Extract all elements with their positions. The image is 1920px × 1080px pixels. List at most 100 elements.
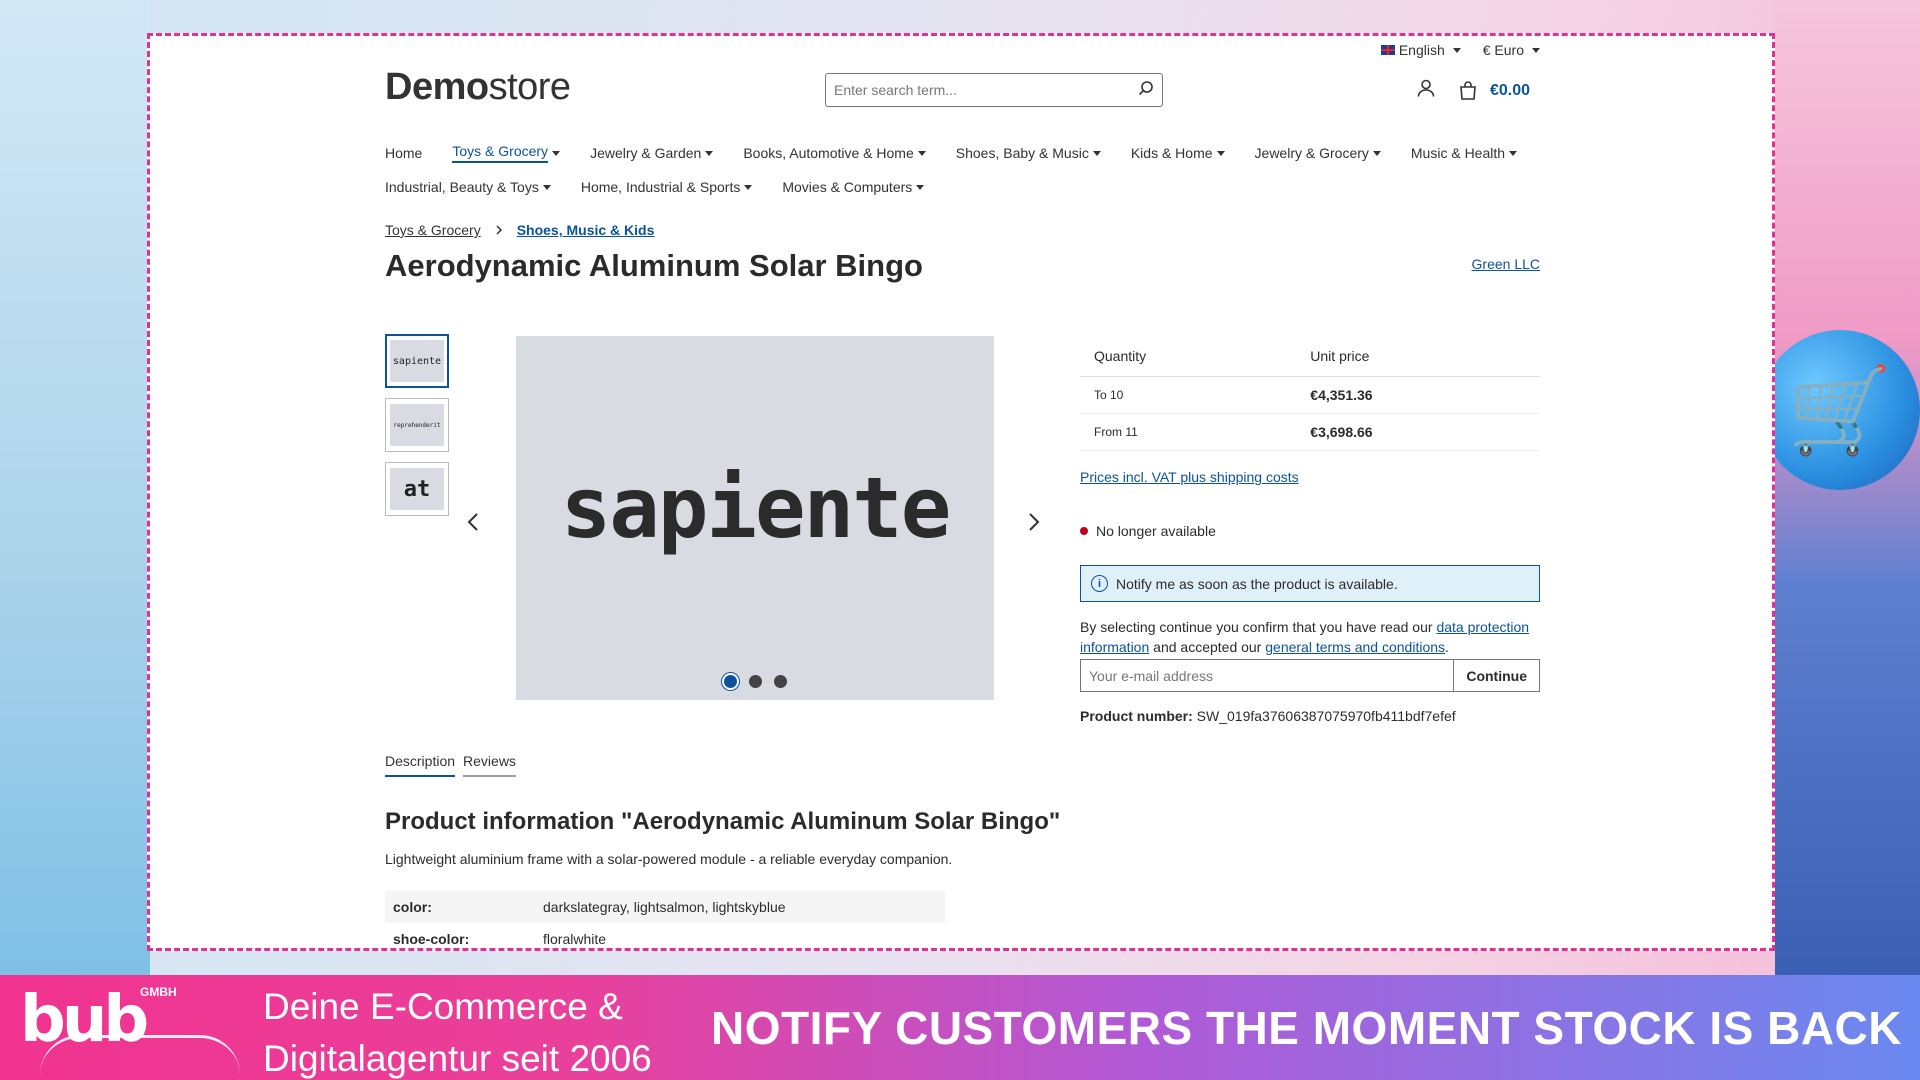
nav-item-toys-grocery[interactable]: Toys & Grocery — [452, 143, 561, 163]
chevron-down-icon — [917, 150, 926, 156]
background-right: 🛒 — [1775, 0, 1920, 975]
main-image-text: sapiente — [560, 459, 952, 557]
price-qty: To 10 — [1080, 376, 1297, 414]
price-qty: From 11 — [1080, 413, 1297, 451]
price-value: €4,351.36 — [1296, 376, 1540, 414]
chevron-down-icon — [1216, 150, 1225, 156]
breadcrumb-current[interactable]: Shoes, Music & Kids — [517, 222, 655, 238]
thumbnail-text: sapiente — [390, 340, 444, 382]
shop-logo[interactable]: Demostore — [385, 66, 571, 109]
info-icon: i — [1091, 575, 1108, 592]
language-label: English — [1398, 42, 1445, 58]
product-number-value: SW_019fa37606387075970fb411bdf7efef — [1196, 708, 1456, 724]
nav-row-2: Industrial, Beauty & Toys Home, Industri… — [385, 170, 1540, 204]
product-info-heading: Product information "Aerodynamic Aluminu… — [385, 808, 1061, 835]
property-key: color: — [385, 891, 535, 923]
nav-label: Jewelry & Grocery — [1254, 145, 1369, 161]
product-description: Lightweight aluminium frame with a solar… — [385, 851, 953, 867]
thumbnail-text: at — [390, 468, 444, 510]
logo-swoosh — [40, 1035, 240, 1075]
nav-label: Kids & Home — [1130, 145, 1213, 161]
brand-suffix: GMBH — [140, 985, 177, 999]
breadcrumb-toys-grocery[interactable]: Toys & Grocery — [385, 222, 481, 238]
continue-button[interactable]: Continue — [1453, 659, 1540, 692]
nav-label: Home — [385, 145, 423, 161]
availability-status: No longer available — [1080, 523, 1540, 539]
language-switcher[interactable]: English — [1380, 42, 1461, 58]
nav-item-music-health[interactable]: Music & Health — [1410, 145, 1518, 161]
search-input[interactable] — [834, 82, 1138, 98]
notify-form: Continue — [1080, 659, 1540, 692]
nav-item-home[interactable]: Home — [385, 145, 422, 161]
nav-item-shoes-baby-music[interactable]: Shoes, Baby & Music — [956, 145, 1101, 161]
gallery-dot-3[interactable] — [773, 675, 787, 688]
account-icon[interactable] — [1416, 78, 1436, 103]
main-product-image[interactable]: sapiente — [516, 336, 994, 700]
chevron-right-icon — [1029, 513, 1040, 531]
property-value: floralwhite — [543, 931, 607, 947]
gallery-dot-1[interactable] — [723, 675, 737, 688]
thumbnail-2[interactable]: reprehenderit — [385, 398, 449, 452]
chevron-down-icon — [1509, 150, 1518, 156]
chevron-left-icon — [467, 513, 478, 531]
shopping-cart-decoration-icon: 🛒 — [1775, 330, 1920, 490]
thumbnail-text: reprehenderit — [390, 404, 444, 446]
search-icon[interactable] — [1138, 80, 1154, 101]
property-row: shoe-color: floralwhite — [385, 923, 945, 948]
vat-shipping-link[interactable]: Prices incl. VAT plus shipping costs — [1080, 469, 1299, 485]
nav-item-movies-computers[interactable]: Movies & Computers — [782, 179, 925, 195]
price-table-header: Quantity Unit price — [1080, 336, 1540, 377]
logo-light: store — [488, 66, 571, 108]
nav-row-1: Home Toys & Grocery Jewelry & Garden Boo… — [385, 136, 1540, 170]
consent-mid: and accepted our — [1149, 639, 1266, 655]
main-navigation: Home Toys & Grocery Jewelry & Garden Boo… — [385, 136, 1540, 204]
chevron-right-icon — [495, 222, 503, 238]
chevron-down-icon — [1532, 47, 1540, 53]
uk-flag-icon — [1380, 45, 1395, 55]
property-key: shoe-color: — [393, 931, 470, 947]
thumbnail-3[interactable]: at — [385, 462, 449, 516]
tab-description[interactable]: Description — [385, 753, 456, 777]
gallery-next-button[interactable] — [1028, 506, 1040, 540]
tagline-line-2: Digitalagentur seit 2006 — [263, 1038, 652, 1079]
nav-item-industrial-beauty-toys[interactable]: Industrial, Beauty & Toys — [385, 179, 551, 195]
manufacturer-link[interactable]: Green LLC — [1472, 256, 1540, 272]
email-input[interactable] — [1080, 659, 1454, 692]
price-row: To 10 €4,351.36 — [1080, 376, 1540, 414]
chevron-down-icon — [1372, 150, 1381, 156]
unit-price-header: Unit price — [1296, 336, 1540, 377]
gallery-dot-2[interactable] — [748, 675, 762, 688]
nav-label: Music & Health — [1410, 145, 1506, 161]
product-tabs: Description Reviews — [385, 753, 516, 777]
currency-label: € Euro — [1482, 42, 1524, 58]
product-title: Aerodynamic Aluminum Solar Bingo — [385, 248, 923, 283]
nav-label: Industrial, Beauty & Toys — [385, 179, 539, 195]
terms-link[interactable]: general terms and conditions — [1265, 639, 1445, 655]
nav-item-jewelry-garden[interactable]: Jewelry & Garden — [590, 145, 714, 161]
background-left — [0, 0, 150, 975]
notify-message: Notify me as soon as the product is avai… — [1116, 575, 1398, 592]
header-actions: €0.00 — [1416, 78, 1530, 103]
gallery-prev-button[interactable] — [467, 506, 479, 540]
product-number-label: Product number: — [1080, 708, 1193, 724]
cart-total: €0.00 — [1489, 81, 1530, 99]
currency-switcher[interactable]: € Euro — [1483, 42, 1540, 58]
nav-item-home-industrial-sports[interactable]: Home, Industrial & Sports — [581, 179, 753, 195]
screenshot-frame: English € Euro Demostore €0.00 — [147, 33, 1775, 951]
chevron-down-icon — [552, 150, 561, 156]
cart-button[interactable]: €0.00 — [1458, 80, 1530, 101]
availability-text: No longer available — [1096, 523, 1216, 539]
price-row: From 11 €3,698.66 — [1080, 413, 1540, 451]
nav-item-books-automotive-home[interactable]: Books, Automotive & Home — [743, 145, 926, 161]
nav-item-jewelry-grocery[interactable]: Jewelry & Grocery — [1255, 145, 1381, 161]
logo-bold: Demo — [385, 66, 489, 108]
nav-item-kids-home[interactable]: Kids & Home — [1131, 145, 1225, 161]
consent-text: By selecting continue you confirm that y… — [1080, 617, 1540, 657]
property-value: darkslategray, lightsalmon, lightskyblue — [535, 891, 945, 923]
property-table: color: darkslategray, lightsalmon, light… — [385, 891, 945, 948]
chevron-down-icon — [916, 184, 925, 190]
tab-reviews[interactable]: Reviews — [463, 753, 516, 777]
quantity-header: Quantity — [1080, 336, 1297, 377]
feature-slogan: NOTIFY CUSTOMERS THE MOMENT STOCK IS BAC… — [710, 1002, 1902, 1054]
thumbnail-1[interactable]: sapiente — [385, 334, 449, 388]
